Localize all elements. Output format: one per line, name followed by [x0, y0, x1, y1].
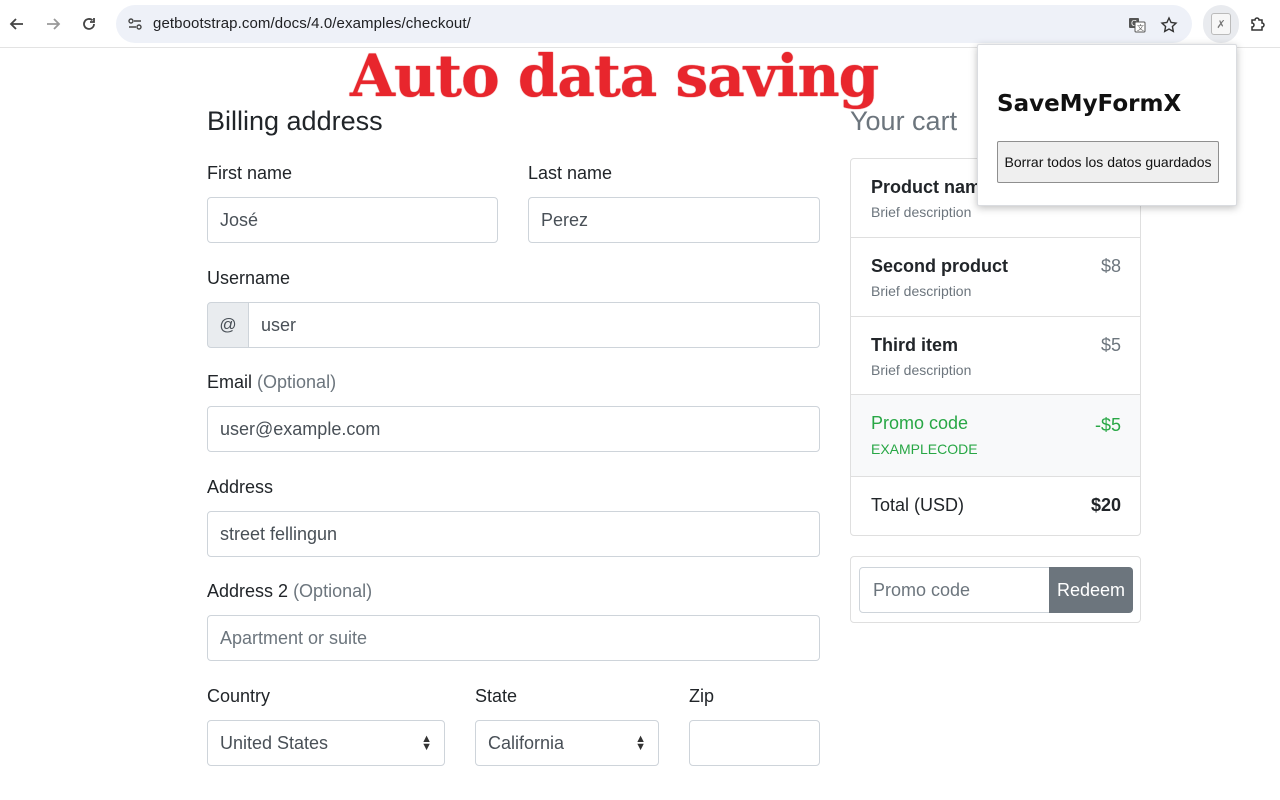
select-caret-icon: ▲ ▼ [635, 733, 646, 753]
cart-item-description: Brief description [871, 362, 972, 378]
state-value: California [488, 732, 565, 753]
cart-item-price: $8 [1100, 256, 1121, 276]
country-label: Country [207, 686, 271, 706]
email-label-text: Email [207, 372, 253, 392]
address-bar[interactable]: getbootstrap.com/docs/4.0/examples/check… [116, 5, 1192, 43]
promo-banner-text: Auto data saving [350, 42, 879, 110]
clear-saved-data-button[interactable]: Borrar todos los datos guardados [997, 141, 1219, 183]
promo-card: Promo code Redeem [850, 556, 1141, 623]
state-select[interactable]: California ▲ ▼ [475, 720, 659, 766]
username-label: Username [207, 268, 291, 288]
cart-item-name: Product name [871, 177, 992, 197]
first-name-input[interactable]: José [207, 197, 498, 243]
last-name-input[interactable]: Perez [528, 197, 820, 243]
first-name-label: First name [207, 163, 293, 183]
cart-item-name: Second product [871, 256, 1009, 276]
cart-item: Third item Brief description $5 [851, 317, 1140, 395]
email-input[interactable]: user@example.com [207, 406, 820, 452]
tune-icon[interactable] [124, 13, 146, 35]
address2-label: Address 2 (Optional) [207, 581, 372, 602]
popup-title: SaveMyFormX [997, 91, 1182, 117]
email-optional-text: (Optional) [257, 372, 337, 392]
svg-text:文: 文 [1137, 23, 1144, 32]
username-input[interactable]: user [248, 302, 820, 348]
country-select[interactable]: United States ▲ ▼ [207, 720, 445, 766]
url-text[interactable]: getbootstrap.com/docs/4.0/examples/check… [153, 15, 471, 32]
cart-item-description: Brief description [871, 283, 972, 299]
reload-icon[interactable] [75, 10, 103, 38]
extension-popup: SaveMyFormX Borrar todos los datos guard… [977, 44, 1237, 206]
cart-total-row: Total (USD) $20 [851, 477, 1140, 535]
address-label: Address [207, 477, 274, 497]
billing-title: Billing address [207, 106, 383, 136]
cart-item-description: Brief description [871, 204, 972, 220]
email-label: Email (Optional) [207, 372, 336, 393]
redeem-button[interactable]: Redeem [1049, 567, 1133, 613]
promo-code: EXAMPLECODE [871, 441, 978, 457]
browser-toolbar: getbootstrap.com/docs/4.0/examples/check… [0, 0, 1280, 48]
last-name-label: Last name [528, 163, 613, 183]
savemyformx-extension-icon[interactable]: ✗ [1203, 5, 1239, 43]
promo-name: Promo code [871, 413, 969, 433]
cart-item-price: $5 [1100, 335, 1121, 355]
puzzle-icon[interactable] [1244, 10, 1272, 38]
username-prefix: @ [207, 302, 249, 348]
address2-input[interactable]: Apartment or suite [207, 615, 820, 661]
cart-item-name: Third item [871, 335, 959, 355]
address-input[interactable]: street fellingun [207, 511, 820, 557]
state-label: State [475, 686, 518, 706]
cart-title: Your cart [850, 106, 958, 136]
address2-label-text: Address 2 [207, 581, 289, 601]
promo-discount: -$5 [1094, 415, 1121, 435]
extension-glyph-icon: ✗ [1211, 13, 1231, 35]
cart-list: Product name Brief description Second pr… [850, 158, 1141, 536]
promo-code-input[interactable]: Promo code [859, 567, 1051, 613]
translate-icon[interactable]: G文 [1126, 14, 1148, 36]
zip-label: Zip [689, 686, 715, 706]
cart-promo-row: Promo code EXAMPLECODE -$5 [851, 395, 1140, 477]
total-label: Total (USD) [871, 495, 965, 515]
cart-item: Second product Brief description $8 [851, 238, 1140, 317]
country-value: United States [220, 732, 329, 753]
arrow-right-icon[interactable] [39, 10, 67, 38]
select-caret-icon: ▲ ▼ [421, 733, 432, 753]
star-icon[interactable] [1158, 14, 1180, 36]
arrow-left-icon[interactable] [3, 10, 31, 38]
total-value: $20 [1090, 495, 1121, 515]
zip-input[interactable] [689, 720, 820, 766]
address2-optional-text: (Optional) [293, 581, 373, 601]
